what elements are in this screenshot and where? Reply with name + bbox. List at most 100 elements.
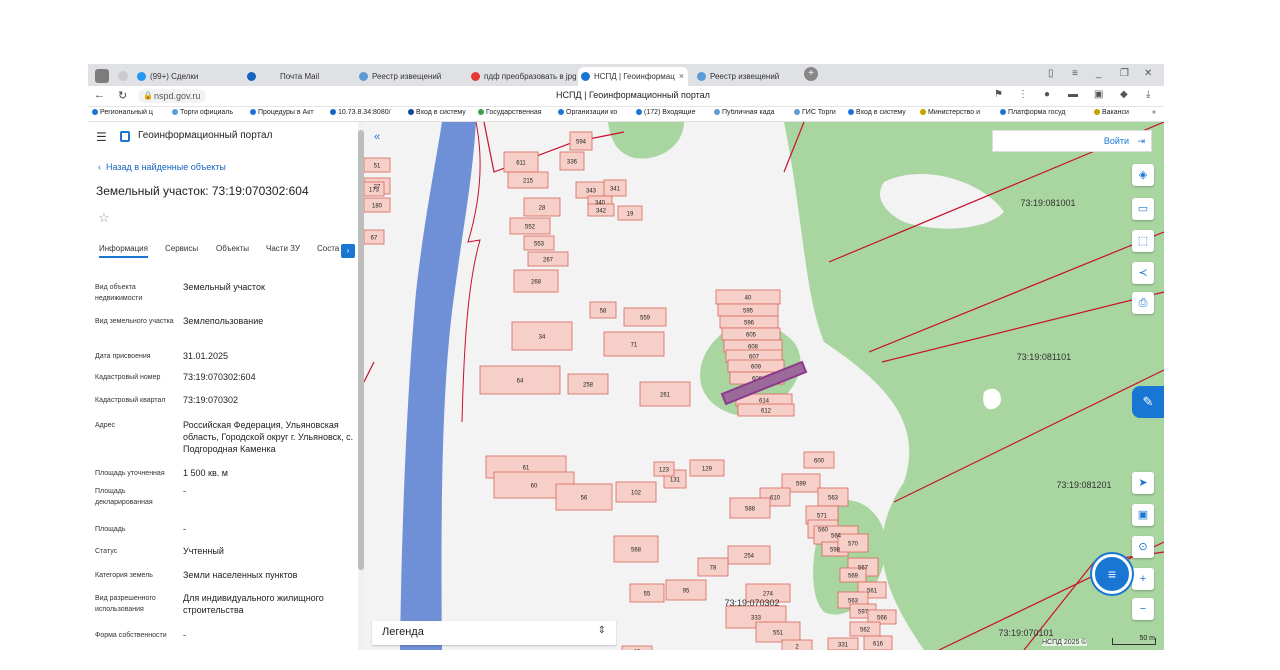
tab-collapsed[interactable] [114, 67, 132, 86]
parcel-label-19: 19 [627, 212, 634, 218]
parcel-label-333: 333 [751, 616, 762, 622]
tab-browser-menu[interactable] [92, 67, 112, 86]
tab-favicon-icon [359, 72, 368, 81]
close-window-icon[interactable]: ✕ [1144, 68, 1152, 79]
bookmark-item[interactable]: Процедуры в Акт [250, 109, 326, 116]
area-select-icon[interactable]: ⬚ [1132, 230, 1154, 252]
tab-objects[interactable]: Объекты [216, 244, 249, 253]
tab-services[interactable]: Сервисы [165, 244, 198, 253]
parcel-label-61: 61 [523, 466, 530, 472]
parcel-title: Земельный участок: 73:19:070302:604 [96, 184, 309, 198]
back-to-results-link[interactable]: ‹ Назад в найденные объекты [98, 162, 226, 172]
tab-composition[interactable]: Состав [317, 244, 339, 253]
reload-icon[interactable]: ↻ [118, 89, 127, 102]
bookmark-item[interactable]: Государственная [478, 109, 552, 116]
bookmarks-more[interactable]: » [1152, 109, 1162, 116]
parcel-label-342: 342 [596, 209, 607, 215]
favorite-star-icon[interactable]: ☆ [98, 210, 110, 226]
tab-nspd[interactable]: НСПД | Геоинформац × [578, 67, 688, 86]
bookmark-icon[interactable]: ⚑ [994, 89, 1003, 100]
chat-side-icon[interactable]: ✎ [1132, 386, 1164, 418]
object-panel: ☰ Геоинформационный портал ‹ Назад в най… [88, 122, 364, 650]
parcel-label-258: 258 [583, 383, 594, 389]
parcel-label-552: 552 [525, 225, 536, 231]
parcel-label-56: 56 [581, 496, 588, 502]
parcel-label-608: 608 [748, 345, 759, 351]
bookmark-item[interactable]: (172) Входящие [636, 109, 710, 116]
download-icon[interactable]: ⤓ [1146, 89, 1150, 100]
map-view[interactable]: 611 336 594 215 343 341 340 342 19 28 552 553 267 268… [364, 122, 1164, 650]
assistant-chat-icon[interactable]: ≡ [1092, 554, 1132, 594]
fullscreen-icon[interactable]: ▣ [1132, 504, 1154, 526]
tab-registry[interactable]: Реестр извещений [356, 67, 464, 86]
locate-icon[interactable]: ➤ [1132, 472, 1154, 494]
url-field[interactable]: 🔒 nspd.gov.ru [138, 89, 207, 103]
login-button[interactable]: Войти [1104, 136, 1129, 146]
parcel-label-553: 553 [534, 242, 545, 248]
tab-parts[interactable]: Части ЗУ [266, 244, 300, 253]
tab-favicon-icon [471, 72, 480, 81]
parcel-label-180: 180 [372, 204, 383, 210]
bookmark-item[interactable]: Министерство и [920, 109, 998, 116]
zoom-in-icon[interactable]: + [1132, 568, 1154, 590]
parcel-label-609: 609 [751, 365, 762, 371]
tab-info[interactable]: Информация [99, 244, 148, 258]
parcel-label-274: 274 [763, 592, 774, 598]
menu-icon[interactable]: ≡ [1072, 68, 1078, 79]
bookmark-item[interactable]: Торги официаль [172, 109, 242, 116]
address-bar: ← ↻ 🔒 nspd.gov.ru НСПД | Геоинформационны… [88, 86, 1164, 107]
print-icon[interactable]: ⎙ [1132, 292, 1154, 314]
hamburger-menu-icon[interactable]: ☰ [96, 130, 107, 144]
login-box[interactable]: Войти ⇥ [992, 130, 1152, 152]
parcel-label-595: 595 [743, 309, 754, 315]
new-tab-button[interactable]: + [804, 67, 818, 81]
search-location-icon[interactable]: ⊙ [1132, 536, 1154, 558]
tab-deals[interactable]: (99+) Сделки [134, 67, 234, 86]
tab-registry-2[interactable]: Реестр извещений [694, 67, 802, 86]
bookmark-item[interactable]: Публичная када [714, 109, 790, 116]
parcel-label-71: 71 [631, 343, 638, 349]
bookmark-item[interactable]: 10.73.8.34:8080/ [330, 109, 406, 116]
quarter-label: 73:19:070302 [724, 598, 779, 608]
zoom-out-icon[interactable]: − [1132, 598, 1154, 620]
tab-pdf[interactable]: пдф преобразовать в jpg [468, 67, 576, 86]
close-tab-icon[interactable]: × [679, 67, 684, 86]
extension-icon[interactable]: ▣ [1094, 89, 1103, 100]
extension-icon[interactable]: ▬ [1068, 89, 1078, 100]
parcel-label-95: 95 [683, 589, 690, 595]
bookmark-item[interactable]: Региональный ц [92, 109, 164, 116]
extension-icon[interactable]: ● [1044, 89, 1050, 100]
ruler-icon[interactable]: ▭ [1132, 198, 1154, 220]
extension-icon[interactable]: ◆ [1120, 89, 1128, 100]
parcel-label-64: 64 [517, 379, 524, 385]
parcel-label-173: 173 [369, 188, 380, 194]
restore-icon[interactable]: ❐ [1120, 68, 1129, 79]
bookmark-item[interactable]: Вход в систему [408, 109, 474, 116]
bookmark-item[interactable]: Платформа госуд [1000, 109, 1076, 116]
quarter-label: 73:19:070101 [998, 628, 1053, 638]
legend-panel[interactable]: Легенда ⇕ [372, 621, 616, 645]
parcel-label-215: 215 [523, 179, 534, 185]
more-icon[interactable]: ⋮ [1018, 89, 1028, 100]
tab-favicon-icon [697, 72, 706, 81]
parcel-label-600: 600 [814, 459, 825, 465]
parcel-label-597: 597 [858, 610, 869, 616]
bookmark-item[interactable]: ГИС Торги [794, 109, 846, 116]
cadastral-map[interactable]: 611 336594215343 341340342 1928552553267268… [364, 122, 1164, 650]
parcel-label-341: 341 [610, 187, 621, 193]
minimize-icon[interactable]: _ [1096, 68, 1102, 79]
back-icon[interactable]: ← [94, 89, 105, 101]
bookmark-item[interactable]: Вход в систему [848, 109, 916, 116]
layers-icon[interactable]: ◈ [1132, 164, 1154, 186]
parcel-label-58: 58 [600, 309, 607, 315]
parcel-label-560: 560 [818, 528, 829, 534]
parcel-label-34: 34 [539, 335, 546, 341]
share-icon[interactable]: ≺ [1132, 262, 1154, 284]
app-title: Геоинформационный портал [138, 130, 273, 141]
collapse-panel-button[interactable]: « [366, 126, 388, 148]
tabs-next-button[interactable]: › [341, 244, 355, 258]
bookmarks-icon[interactable]: ▯ [1048, 68, 1054, 79]
bookmark-item[interactable]: Ваканси [1094, 109, 1146, 116]
bookmark-item[interactable]: Организации ко [558, 109, 632, 116]
tab-mail[interactable]: Почта Mail [244, 67, 344, 86]
